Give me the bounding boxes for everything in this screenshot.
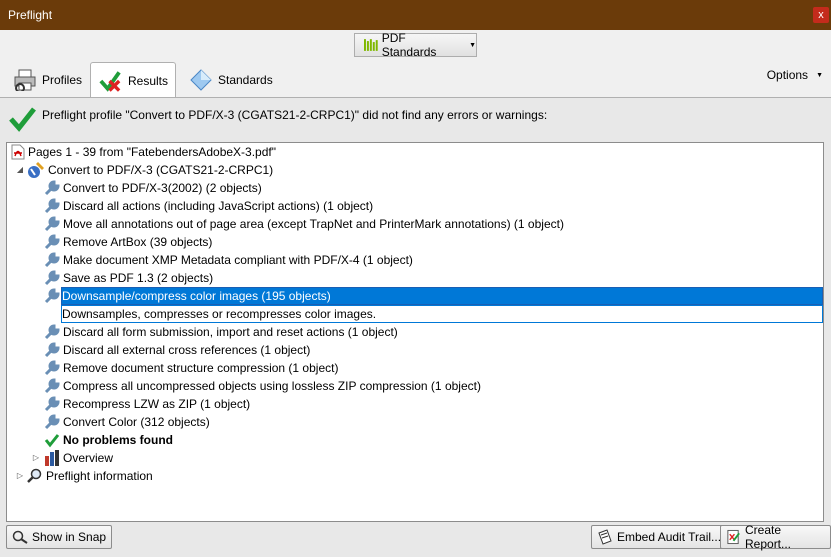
wrench-icon: [44, 198, 60, 214]
tab-results-label: Results: [127, 74, 168, 88]
pdf-standards-dropdown[interactable]: PDF Standards ▼: [354, 31, 477, 59]
tree-fixup-item[interactable]: Recompress LZW as ZIP (1 object): [44, 395, 250, 413]
close-button[interactable]: x: [813, 7, 829, 23]
pdf-standards-label: PDF Standards: [381, 31, 437, 59]
fixup-label: Compress all uncompressed objects using …: [63, 379, 481, 393]
wrench-icon: [44, 234, 60, 250]
fixup-label: Discard all external cross references (1…: [63, 343, 311, 357]
summary: Preflight profile "Convert to PDF/X-3 (C…: [8, 104, 547, 132]
results-tree[interactable]: Pages 1 - 39 from "FatebendersAdobeX-3.p…: [6, 142, 824, 522]
show-in-snap-label: Show in Snap: [32, 530, 107, 544]
create-report-label: Create Report...: [745, 523, 792, 551]
window-title: Preflight: [8, 8, 53, 22]
wrench-icon: [44, 378, 60, 394]
options-label: Options: [766, 68, 809, 82]
show-in-snap-button[interactable]: Show in Snap: [6, 525, 113, 549]
tree-profile-label: Convert to PDF/X-3 (CGATS21-2-CRPC1): [48, 163, 274, 177]
fixup-label: Save as PDF 1.3 (2 objects): [63, 271, 214, 285]
wrench-icon: [44, 216, 60, 232]
summary-message: Preflight profile "Convert to PDF/X-3 (C…: [42, 108, 548, 122]
wrench-icon: [44, 324, 60, 340]
no-problems-item[interactable]: No problems found: [44, 431, 173, 449]
tree-fixup-item[interactable]: Remove document structure compression (1…: [44, 359, 338, 377]
profile-fixup-icon: [28, 162, 44, 178]
preflight-information-label: Preflight information: [46, 469, 153, 483]
tree-profile-item[interactable]: Convert to PDF/X-3 (CGATS21-2-CRPC1): [27, 161, 273, 179]
wrench-icon: [44, 270, 60, 286]
tab-standards-label: Standards: [218, 72, 273, 87]
tree-fixup-item[interactable]: Convert to PDF/X-3(2002) (2 objects): [44, 179, 262, 197]
tree-fixup-item[interactable]: Compress all uncompressed objects using …: [44, 377, 481, 395]
embed-audit-trail-button[interactable]: Embed Audit Trail...: [591, 525, 728, 549]
tab-bar: Profiles Results Standards: [0, 62, 831, 99]
tree-fixup-item[interactable]: Save as PDF 1.3 (2 objects): [44, 269, 213, 287]
bar-chart-icon: [45, 450, 59, 466]
green-check-icon: [44, 434, 60, 448]
fixup-label: Convert Color (312 objects): [63, 415, 210, 429]
create-report-button[interactable]: Create Report...: [720, 523, 831, 551]
overview-label: Overview: [63, 451, 114, 465]
chevron-down-icon: ▼: [469, 41, 476, 49]
wrench-icon: [44, 396, 60, 412]
audit-trail-icon: [598, 529, 612, 545]
tree-fixup-item[interactable]: Convert Color (312 objects): [44, 413, 210, 431]
fixup-label: Discard all form submission, import and …: [63, 325, 398, 339]
fixup-label: Remove ArtBox (39 objects): [63, 235, 213, 249]
fixup-label: Discard all actions (including JavaScrip…: [63, 199, 374, 213]
tab-standards[interactable]: Standards: [182, 62, 280, 97]
chevron-down-icon: ▼: [816, 71, 823, 79]
wrench-icon: [44, 252, 60, 268]
tree-root-item[interactable]: Pages 1 - 39 from "FatebendersAdobeX-3.p…: [11, 143, 276, 161]
wrench-icon: [44, 342, 60, 358]
printer-icon: [14, 69, 36, 91]
tab-profiles[interactable]: Profiles: [6, 62, 89, 97]
collapse-arrow-icon[interactable]: ◢: [15, 165, 25, 175]
fixup-label: Remove document structure compression (1…: [63, 361, 339, 375]
tree-fixup-item[interactable]: Discard all form submission, import and …: [44, 323, 398, 341]
wrench-icon: [44, 360, 60, 376]
tree-fixup-item[interactable]: Discard all external cross references (1…: [44, 341, 310, 359]
pdf-file-icon: [11, 144, 25, 160]
fixup-description: Downsamples, compresses or recompresses …: [61, 305, 823, 323]
overview-item[interactable]: Overview: [44, 449, 113, 467]
tree-fixup-item[interactable]: Move all annotations out of page area (e…: [44, 215, 564, 233]
report-icon: [727, 529, 740, 545]
tree-root-label: Pages 1 - 39 from "FatebendersAdobeX-3.p…: [28, 145, 276, 159]
tab-profiles-label: Profiles: [42, 72, 83, 87]
magnifier-icon: [12, 530, 28, 544]
results-panel: Preflight profile "Convert to PDF/X-3 (C…: [0, 97, 831, 557]
tree-fixup-item[interactable]: Discard all actions (including JavaScrip…: [44, 197, 373, 215]
options-menu[interactable]: Options ▼: [767, 68, 823, 82]
wrench-icon: [44, 288, 60, 304]
embed-audit-trail-label: Embed Audit Trail...: [617, 530, 722, 544]
pdf-standards-icon: [364, 39, 378, 51]
results-check-x-icon: [99, 71, 121, 92]
diamond-icon: [190, 68, 212, 91]
tree-fixup-item[interactable]: Remove ArtBox (39 objects): [44, 233, 212, 251]
tree-fixup-item-selected[interactable]: [44, 287, 60, 305]
wrench-icon: [44, 414, 60, 430]
tree-fixup-item[interactable]: Make document XMP Metadata compliant wit…: [44, 251, 413, 269]
title-bar: Preflight x: [0, 0, 831, 30]
selected-fixup-label[interactable]: Downsample/compress color images (195 ob…: [61, 287, 823, 305]
tab-results[interactable]: Results: [90, 62, 176, 99]
magnifier-icon: [27, 468, 42, 483]
fixup-label: Convert to PDF/X-3(2002) (2 objects): [63, 181, 262, 195]
expand-arrow-icon[interactable]: ▷: [15, 471, 25, 481]
preflight-information-item[interactable]: Preflight information: [27, 467, 153, 485]
expand-arrow-icon[interactable]: ▷: [31, 453, 41, 463]
fixup-label: Recompress LZW as ZIP (1 object): [63, 397, 251, 411]
fixup-label: Move all annotations out of page area (e…: [63, 217, 564, 231]
wrench-icon: [44, 180, 60, 196]
no-problems-label: No problems found: [63, 433, 173, 447]
fixup-label: Make document XMP Metadata compliant wit…: [63, 253, 413, 267]
green-check-icon: [9, 107, 36, 132]
